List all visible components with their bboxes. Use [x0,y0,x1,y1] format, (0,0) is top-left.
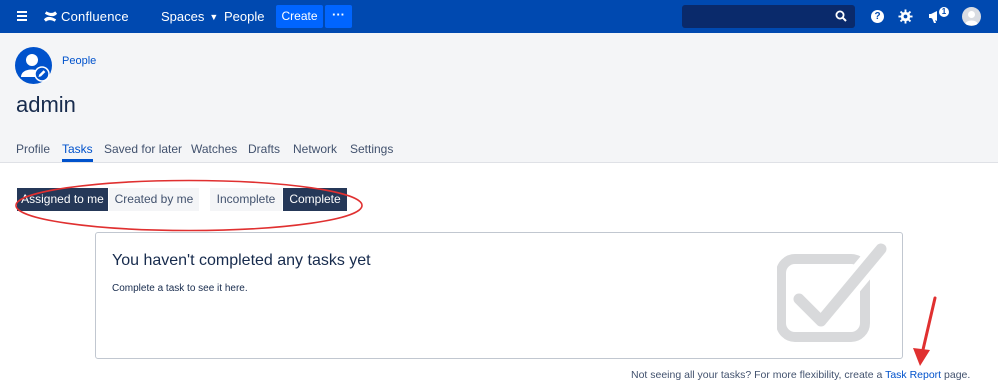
menu-icon[interactable] [13,0,31,33]
tab-watches[interactable]: Watches [191,142,237,156]
task-report-link[interactable]: Task Report [885,369,941,381]
spaces-label: Spaces [161,9,205,24]
tabs-divider [0,162,998,163]
filter-incomplete-button[interactable]: Incomplete [210,188,282,211]
tab-settings[interactable]: Settings [350,142,393,156]
hint-prefix: Not seeing all your tasks? For more flex… [631,369,886,381]
page-title: admin [16,92,76,117]
filter-created-by-me-button[interactable]: Created by me [109,188,199,211]
chevron-down-icon: ▼ [209,12,219,22]
search-input[interactable] [682,5,855,28]
breadcrumb-people-link[interactable]: People [62,55,96,67]
empty-state-panel: You haven't completed any tasks yet Comp… [95,232,903,359]
filter-assigned-to-me-button[interactable]: Assigned to me [17,188,108,211]
tab-profile[interactable]: Profile [16,142,50,156]
avatar[interactable] [962,7,981,26]
user-avatar-icon [965,11,978,25]
profile-tabs: Profile Tasks Saved for later Watches Dr… [0,140,998,162]
confluence-logo-icon[interactable] [43,9,58,24]
empty-state-message: Complete a task to see it here. [112,283,248,294]
checkbox-checked-icon [777,243,889,342]
tab-drafts[interactable]: Drafts [248,142,280,156]
search-icon [835,10,847,22]
top-navigation: Confluence Spaces ▼ People Create ··· ? 1 [0,0,998,34]
filter-complete-button[interactable]: Complete [283,188,347,211]
tab-saved-for-later[interactable]: Saved for later [104,142,182,156]
tab-tasks[interactable]: Tasks [62,142,93,162]
help-icon[interactable]: ? [871,10,884,23]
people-link[interactable]: People [224,0,264,33]
brand-name[interactable]: Confluence [61,0,129,33]
annotation-arrow [913,296,937,366]
hint-suffix: page. [941,369,971,381]
task-report-hint: Not seeing all your tasks? For more flex… [631,369,970,381]
empty-state-heading: You haven't completed any tasks yet [112,252,371,269]
tab-network[interactable]: Network [293,142,337,156]
create-more-button[interactable]: ··· [325,5,352,28]
spaces-menu[interactable]: Spaces ▼ [161,0,218,34]
profile-picture [15,47,52,84]
notification-count-badge: 1 [939,7,949,17]
create-button[interactable]: Create [276,5,323,28]
gear-icon[interactable] [898,9,913,24]
